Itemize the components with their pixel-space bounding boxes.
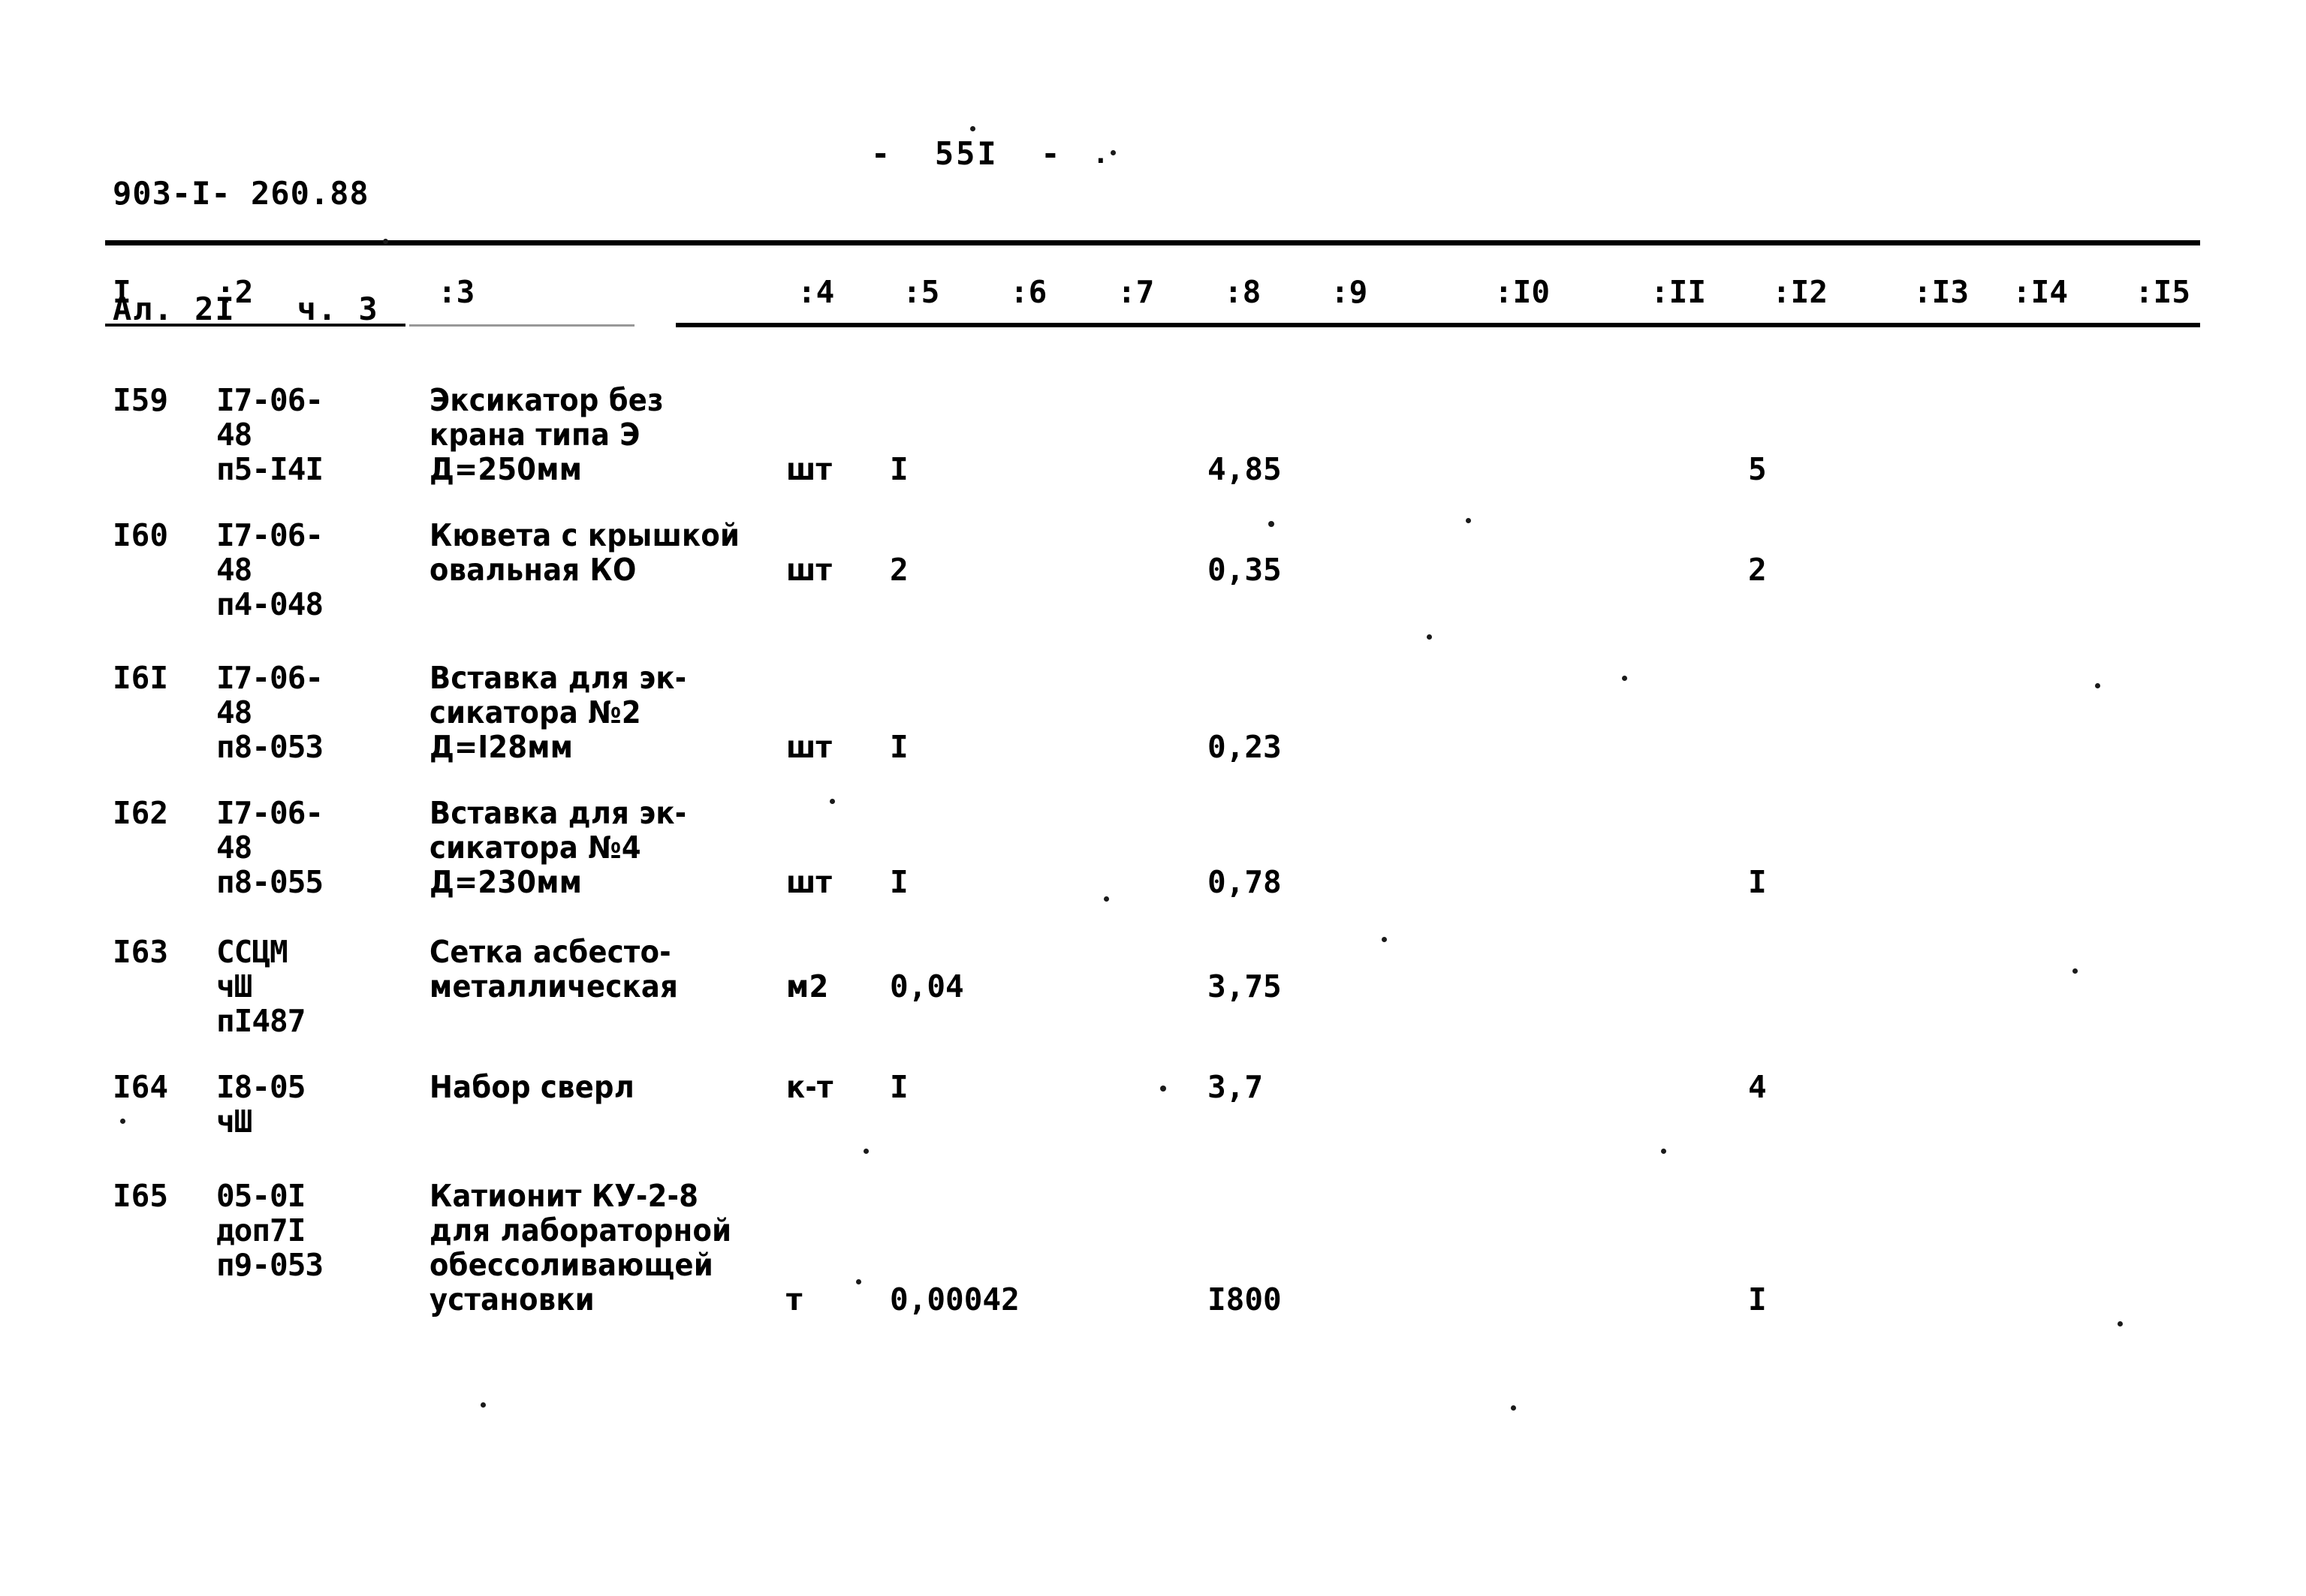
row-column-12: I <box>1748 864 1767 900</box>
row-unit: шт <box>786 729 833 765</box>
column-header-4: :4 <box>797 274 835 310</box>
row-quantity: I <box>890 1069 909 1105</box>
page-number-trailing-dot: . <box>1093 139 1109 170</box>
document-code-line-1: 903-I- 260.88 <box>113 175 369 212</box>
column-header-6: :6 <box>1010 274 1047 310</box>
row-number: I6I <box>113 660 169 696</box>
row-column-12: 4 <box>1748 1069 1767 1105</box>
row-unit: шт <box>786 864 833 900</box>
column-header-1: I <box>113 274 131 310</box>
scan-speck <box>1622 676 1627 681</box>
row-quantity: I <box>890 864 909 900</box>
row-code: I7-06- 48 п4-048 <box>216 517 324 622</box>
row-code: I7-06- 48 п5-I4I <box>216 382 324 487</box>
column-header-5: :5 <box>903 274 940 310</box>
column-header-13: :I3 <box>1913 274 1970 310</box>
row-price: 0,35 <box>1207 552 1282 588</box>
row-price: 0,23 <box>1207 729 1282 765</box>
scan-speck <box>2118 1321 2123 1326</box>
row-name: Катионит КУ-2-8 для лабораторной обессол… <box>430 1178 732 1317</box>
row-quantity: 0,00042 <box>890 1281 1020 1317</box>
row-price: 4,85 <box>1207 451 1282 487</box>
row-unit: т <box>786 1281 803 1317</box>
column-header-2: :2 <box>216 274 254 310</box>
scan-speck <box>1511 1405 1516 1411</box>
scan-speck <box>864 1149 869 1154</box>
row-quantity: I <box>890 451 909 487</box>
row-number: I59 <box>113 382 169 418</box>
row-price: I800 <box>1207 1281 1282 1317</box>
row-quantity: 2 <box>890 552 909 588</box>
row-name: Вставка для эк- сикатора №4 Д=230мм <box>430 795 687 900</box>
scan-speck <box>120 1119 125 1124</box>
scan-speck <box>1382 937 1387 942</box>
row-column-12: I <box>1748 1281 1767 1317</box>
row-column-12: 2 <box>1748 552 1767 588</box>
scan-speck <box>2072 968 2078 974</box>
table-header-rule-faded-segment <box>105 323 676 327</box>
scanned-page: 903-I- 260.88 Ал. 2I ч. 3 - 55I - . I :2:… <box>0 0 2306 1596</box>
row-code: 05-0I доп7I п9-053 <box>216 1178 324 1283</box>
row-code: ССЦМ чШ пI487 <box>216 934 306 1039</box>
row-unit: к-т <box>786 1069 833 1105</box>
table-column-headers: I :2 :3 :4 :5 :6 :7 :8 :9 :I0 :II :I2 :I3 :I4 :I5 <box>0 274 2306 319</box>
document-code-header: 903-I- 260.88 Ал. 2I ч. 3 <box>113 98 379 405</box>
row-code: I7-06- 48 п8-053 <box>216 660 324 765</box>
row-price: 3,7 <box>1207 1069 1264 1105</box>
table-top-rule <box>105 240 2200 245</box>
column-header-9: :9 <box>1331 274 1368 310</box>
scan-speck <box>856 1279 861 1284</box>
scan-speck <box>1661 1149 1666 1154</box>
column-header-7: :7 <box>1117 274 1155 310</box>
row-unit: шт <box>786 552 833 588</box>
scan-speck <box>1111 150 1116 155</box>
scan-speck <box>830 799 835 804</box>
row-number: I64 <box>113 1069 169 1105</box>
column-header-10: :I0 <box>1494 274 1551 310</box>
row-code: I7-06- 48 п8-055 <box>216 795 324 900</box>
column-header-12: :I2 <box>1772 274 1828 310</box>
row-code: I8-05 чШ <box>216 1069 306 1140</box>
scan-speck <box>1427 634 1432 640</box>
scan-speck <box>1466 518 1471 523</box>
row-number: I63 <box>113 934 169 970</box>
row-number: I62 <box>113 795 169 831</box>
scan-speck <box>1160 1086 1166 1092</box>
row-name: Вставка для эк- сикатора №2 Д=I28мм <box>430 660 687 765</box>
row-price: 3,75 <box>1207 968 1282 1004</box>
row-unit: м2 <box>786 968 829 1004</box>
column-header-15: :I5 <box>2135 274 2191 310</box>
column-header-14: :I4 <box>2012 274 2069 310</box>
row-number: I60 <box>113 517 169 553</box>
row-name: Набор сверл <box>430 1069 635 1105</box>
scan-speck <box>481 1402 486 1408</box>
scan-speck <box>2095 683 2100 688</box>
column-header-3: :3 <box>438 274 475 310</box>
row-name: Сетка асбесто- металлическая <box>430 934 679 1004</box>
row-unit: шт <box>786 451 833 487</box>
scan-speck <box>383 239 388 244</box>
column-header-8: :8 <box>1224 274 1262 310</box>
row-name: Эксикатор без крана типа Э Д=250мм <box>430 382 664 487</box>
row-number: I65 <box>113 1178 169 1214</box>
scan-speck <box>1104 896 1109 902</box>
column-header-11: :II <box>1650 274 1707 310</box>
scan-speck <box>970 126 975 131</box>
row-name: Кювета с крышкой овальная КО <box>430 517 740 588</box>
scan-speck <box>1268 521 1274 527</box>
row-quantity: I <box>890 729 909 765</box>
page-number: - 55I - <box>871 135 1063 172</box>
row-quantity: 0,04 <box>890 968 964 1004</box>
row-column-12: 5 <box>1748 451 1767 487</box>
row-price: 0,78 <box>1207 864 1282 900</box>
